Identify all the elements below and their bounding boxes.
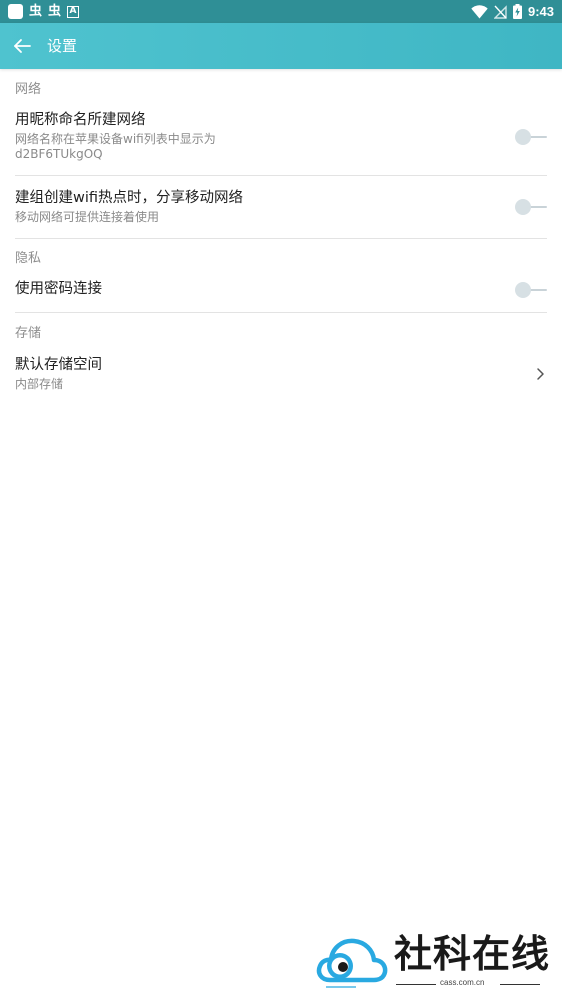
battery-charging-icon	[512, 4, 522, 19]
watermark-divider	[396, 984, 436, 985]
setting-subtitle: 网络名称在苹果设备wifi列表中显示为	[15, 132, 216, 146]
setting-row-default-storage[interactable]: 默认存储空间 内部存储	[0, 343, 562, 403]
setting-row-share-mobile-network[interactable]: 建组创建wifi热点时，分享移动网络 移动网络可提供连接着使用	[0, 176, 562, 239]
notification-app-icon	[8, 4, 23, 19]
app-bar: 设置	[0, 23, 562, 69]
status-bar: 虫 虫 A 9:43	[0, 0, 562, 23]
watermark: 社科在线 cass.com.cn	[316, 930, 556, 994]
setting-subtitle: 移动网络可提供连接着使用	[15, 210, 160, 224]
status-bar-right: 9:43	[471, 3, 554, 20]
chevron-right-icon	[537, 368, 544, 380]
nickname-network-toggle[interactable]	[515, 127, 547, 147]
setting-title: 使用密码连接	[15, 281, 102, 297]
section-header-network: 网络	[0, 69, 562, 99]
cloud-eye-logo-icon	[316, 938, 388, 988]
setting-subtitle: 内部存储	[15, 377, 64, 391]
setting-row-nickname-network[interactable]: 用昵称命名所建网络 网络名称在苹果设备wifi列表中显示为 d2BF6TUkgO…	[0, 99, 562, 176]
setting-title: 默认存储空间	[15, 357, 102, 373]
toggle-knob	[515, 129, 531, 145]
notification-bug-icon: 虫	[29, 4, 43, 19]
notification-bug-icon: 虫	[48, 4, 62, 19]
wifi-icon	[471, 4, 488, 19]
password-connect-toggle[interactable]	[515, 280, 547, 300]
notification-a-icon: A	[67, 5, 80, 18]
section-title: 存储	[15, 326, 42, 341]
share-mobile-network-toggle[interactable]	[515, 197, 547, 217]
watermark-url: cass.com.cn	[440, 978, 485, 987]
settings-list: 网络 用昵称命名所建网络 网络名称在苹果设备wifi列表中显示为 d2BF6TU…	[0, 69, 562, 403]
clock-time: 9:43	[527, 4, 554, 19]
no-signal-icon	[493, 4, 507, 19]
section-title: 网络	[15, 82, 42, 97]
setting-title: 用昵称命名所建网络	[15, 112, 146, 128]
toggle-knob	[515, 282, 531, 298]
setting-row-password-connect[interactable]: 使用密码连接	[0, 268, 562, 313]
status-bar-left: 虫 虫 A	[8, 3, 80, 20]
watermark-text: 社科在线	[394, 931, 551, 976]
section-header-privacy: 隐私	[0, 239, 562, 268]
page-title: 设置	[47, 37, 78, 55]
section-header-storage: 存储	[0, 313, 562, 343]
toggle-knob	[515, 199, 531, 215]
setting-subtitle: d2BF6TUkgOQ	[15, 147, 103, 161]
arrow-left-icon[interactable]	[12, 36, 32, 56]
watermark-divider	[500, 984, 540, 985]
section-title: 隐私	[15, 251, 42, 266]
setting-title: 建组创建wifi热点时，分享移动网络	[15, 190, 244, 206]
